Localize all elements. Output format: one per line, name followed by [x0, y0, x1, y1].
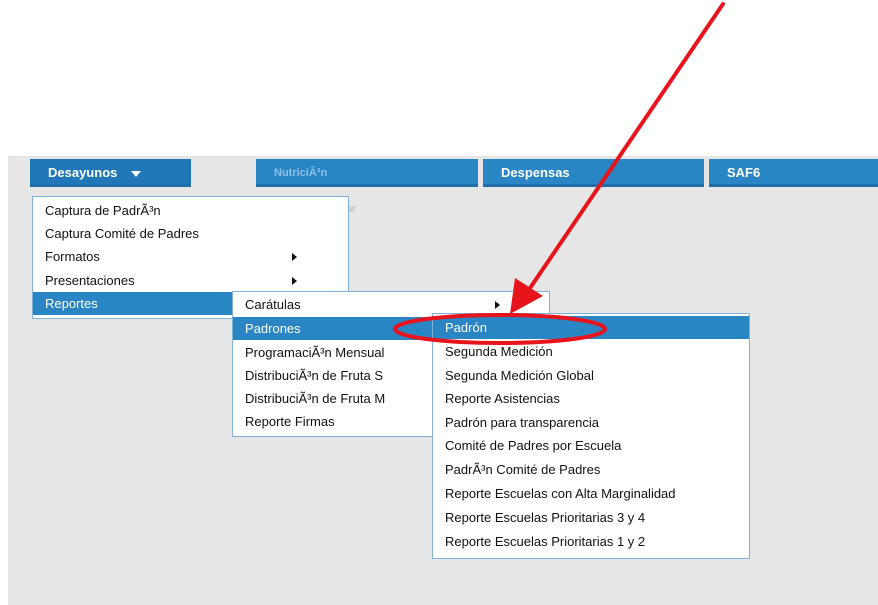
chevron-right-icon — [292, 253, 297, 261]
tab-nutricion[interactable]: NutriciÃ³n — [256, 159, 478, 187]
tab-despensas[interactable]: Despensas — [483, 159, 704, 187]
menu-item-padron-comite[interactable]: PadrÃ³n Comité de Padres — [433, 458, 749, 481]
menu-item-segunda-medicion[interactable]: Segunda Medición — [433, 340, 749, 363]
tab-label: Desayunos — [48, 165, 118, 180]
menu-item-padron[interactable]: Padrón — [433, 316, 749, 339]
menu-item-segunda-medicion-global[interactable]: Segunda Medición Global — [433, 364, 749, 387]
menu-item-presentaciones[interactable]: Presentaciones — [33, 269, 348, 292]
menu-item-reporte-asistencias[interactable]: Reporte Asistencias — [433, 387, 749, 410]
padrones-submenu: Padrón Segunda Medición Segunda Medición… — [432, 313, 750, 559]
menu-item-captura-padron[interactable]: Captura de PadrÃ³n — [33, 199, 348, 222]
tab-label: SAF6 — [727, 165, 761, 180]
top-navbar: Desayunos NutriciÃ³n Despensas SAF6 — [30, 159, 878, 187]
menu-item-escuelas-prioritarias-1-2[interactable]: Reporte Escuelas Prioritarias 1 y 2 — [433, 530, 749, 553]
menu-item-escuelas-prioritarias-3-4[interactable]: Reporte Escuelas Prioritarias 3 y 4 — [433, 506, 749, 529]
tab-label: NutriciÃ³n — [274, 167, 328, 179]
menu-item-comite-por-escuela[interactable]: Comité de Padres por Escuela — [433, 434, 749, 457]
menu-item-padron-transparencia[interactable]: Padrón para transparencia — [433, 411, 749, 434]
menu-item-formatos[interactable]: Formatos — [33, 245, 348, 268]
tab-label: Despensas — [501, 165, 570, 180]
menu-item-escuelas-alta-marginalidad[interactable]: Reporte Escuelas con Alta Marginalidad — [433, 482, 749, 505]
tab-desayunos[interactable]: Desayunos — [30, 159, 191, 187]
chevron-right-icon — [292, 277, 297, 285]
tab-saf6[interactable]: SAF6 — [709, 159, 878, 187]
chevron-down-icon — [131, 170, 142, 177]
chevron-right-icon — [495, 301, 500, 309]
menu-item-captura-comite[interactable]: Captura Comité de Padres — [33, 222, 348, 245]
